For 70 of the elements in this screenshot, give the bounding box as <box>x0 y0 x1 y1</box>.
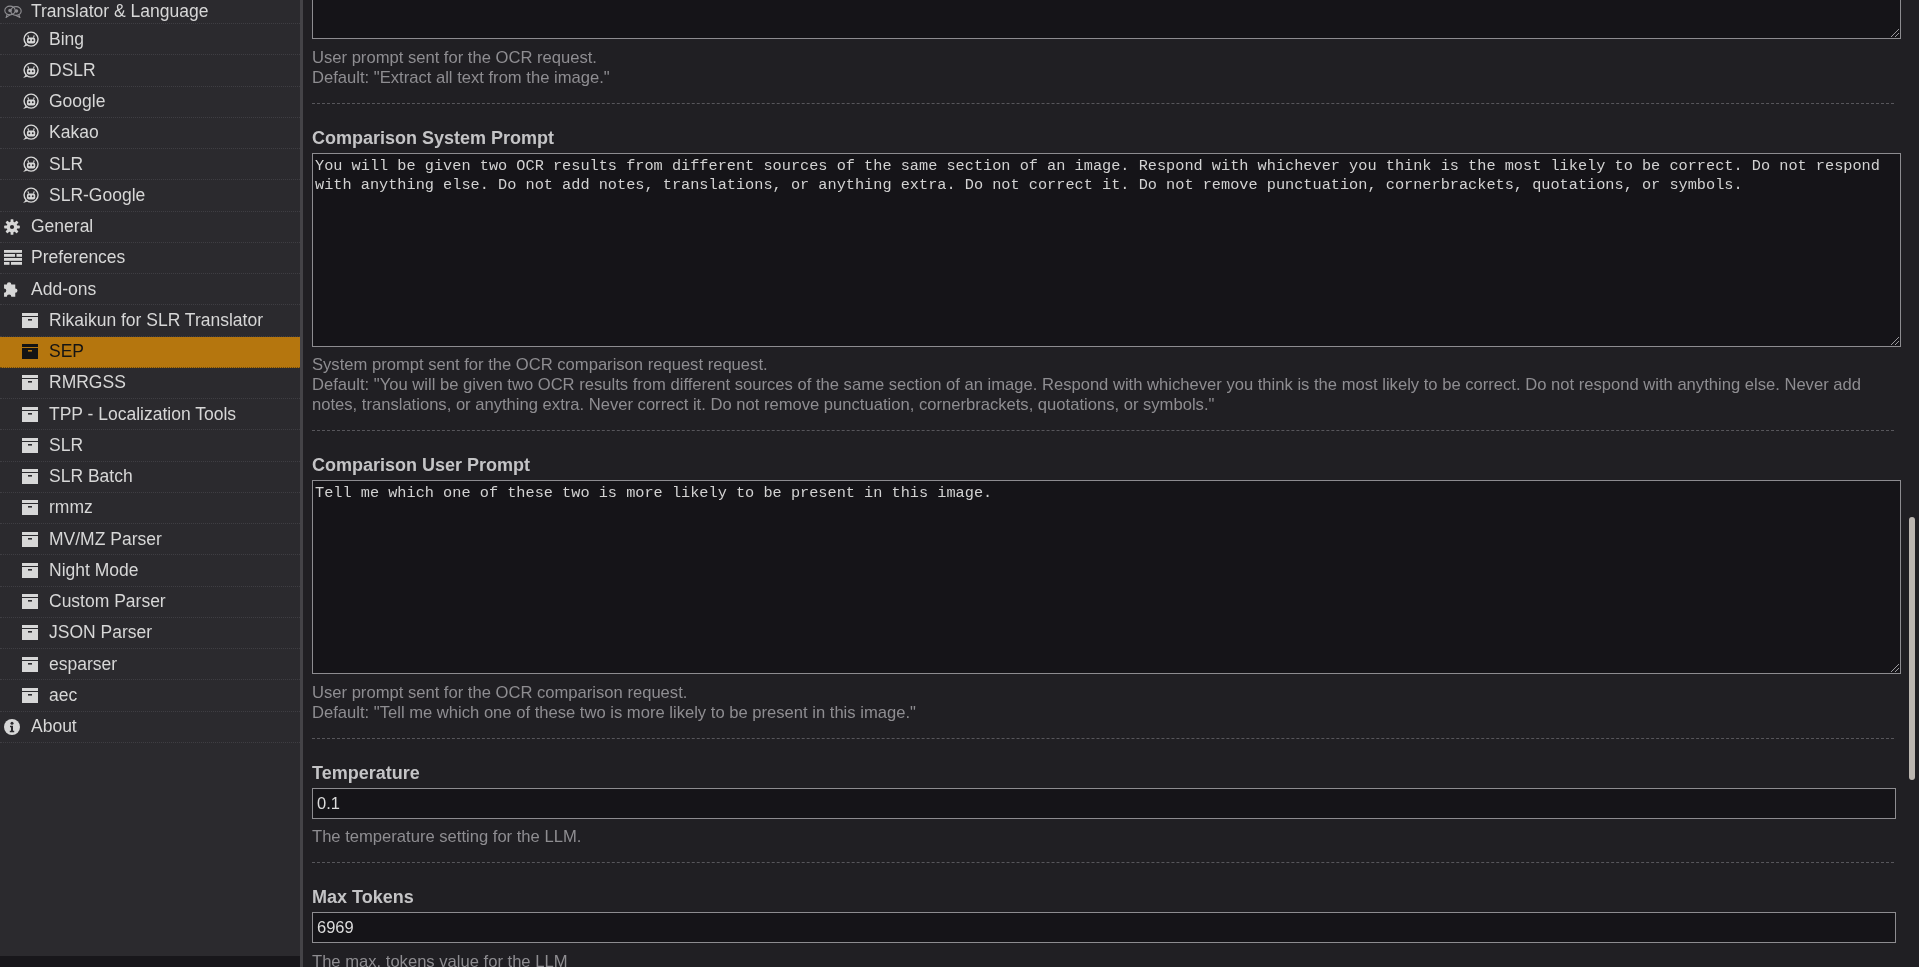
sidebar-item[interactable]: Rikaikun for SLR Translator <box>0 305 300 337</box>
setting-label: Comparison User Prompt <box>312 455 532 475</box>
sidebar-item[interactable]: aec <box>0 680 300 712</box>
box-icon <box>22 469 38 485</box>
puzzle-icon <box>4 281 18 297</box>
box-icon <box>22 656 38 672</box>
help-text: User prompt sent for the OCR comparison request. <box>312 682 689 703</box>
default-value-text: Default: "Extract all text from the image." <box>312 67 611 88</box>
sidebar-item[interactable]: Translator & Language <box>0 0 300 24</box>
default-value-text: Default: "You will be given two OCR results from different sources of the same section of an image. Respond with whichever you think is the most likely to be correct. Do not respond with anything else. Never add notes, translations, or anything extra. Never correct it. Do not remove punctuation, cornerbrackets, quotations, or symbols." <box>312 375 1862 415</box>
help-text: System prompt sent for the OCR comparison request request. <box>312 355 769 375</box>
sidebar-item[interactable]: SLR-Google <box>0 180 300 212</box>
setting-label: Max Tokens <box>312 887 415 907</box>
scrollbar-thumb[interactable] <box>1909 517 1915 780</box>
sidebar-item[interactable]: DSLR <box>0 55 300 87</box>
input-field[interactable]: 6969 <box>312 912 1896 943</box>
setting-label: Comparison System Prompt <box>312 127 556 148</box>
box-icon <box>22 312 38 328</box>
box-icon <box>22 625 38 641</box>
help-text: The max. tokens value for the LLM <box>312 951 569 967</box>
box-icon <box>22 531 38 547</box>
list-icon <box>4 250 22 266</box>
help-text: The temperature setting for the LLM. <box>312 827 583 847</box>
robot-icon <box>22 93 39 111</box>
sidebar-item[interactable]: Google <box>0 86 300 118</box>
robot-icon <box>22 124 39 142</box>
sidebar-item[interactable]: General <box>0 211 300 243</box>
sidebar-item[interactable]: Kakao <box>0 117 300 149</box>
textarea-field[interactable] <box>312 0 1901 39</box>
box-icon <box>22 437 38 453</box>
resize-grip-icon[interactable] <box>1890 335 1899 345</box>
input-field[interactable]: 0.1 <box>312 787 1896 819</box>
sidebar-item[interactable]: SLR <box>0 430 300 462</box>
sidebar-item[interactable]: RMRGSS <box>0 367 300 399</box>
help-text: User prompt sent for the OCR request. <box>312 47 598 68</box>
setting-label: Temperature <box>312 762 421 783</box>
sidebar-item[interactable]: MV/MZ Parser <box>0 524 300 556</box>
sidebar-item[interactable]: SLR Batch <box>0 461 300 493</box>
box-icon <box>22 344 38 360</box>
resize-grip-icon[interactable] <box>1890 663 1899 672</box>
robot-icon <box>22 30 39 48</box>
sidebar-item[interactable]: Custom Parser <box>0 586 300 618</box>
sidebar-item[interactable]: SEP <box>0 336 300 368</box>
box-icon <box>22 594 38 610</box>
textarea-field[interactable]: You will be given two OCR results from different sources of the same section of an image. Respond with whichever you think is the most likely to be correct. Do not respond with anything else. Do not add notes, translations, or anything extra. Do not correct it. Do not remove punctuation, cornerbrackets, quotations, or symbols. <box>312 152 1901 347</box>
speech-bubbles-icon <box>4 5 22 18</box>
robot-icon <box>22 155 39 173</box>
input-field[interactable] <box>0 956 300 967</box>
box-icon <box>22 562 38 578</box>
robot-icon <box>22 186 39 204</box>
default-value-text: Default: "Tell me which one of these two is more likely to be present in this image." <box>312 702 917 723</box>
box-icon <box>22 375 38 391</box>
sidebar-item[interactable]: Add-ons <box>0 274 300 306</box>
settings-icon <box>4 218 20 235</box>
sidebar-item[interactable]: JSON Parser <box>0 617 300 649</box>
box-icon <box>22 406 38 422</box>
sidebar-item[interactable]: TPP - Localization Tools <box>0 399 300 431</box>
sidebar-item[interactable]: esparser <box>0 649 300 681</box>
sidebar-item[interactable]: Night Mode <box>0 555 300 587</box>
resize-grip-icon[interactable] <box>1890 28 1899 37</box>
sidebar-item[interactable]: rmmz <box>0 492 300 524</box>
sidebar-item[interactable]: About <box>0 711 300 743</box>
sidebar-item[interactable]: Bing <box>0 24 300 56</box>
robot-icon <box>22 61 39 79</box>
box-icon <box>22 687 38 703</box>
sidebar-item[interactable]: SLR <box>0 149 300 181</box>
textarea-field[interactable]: Tell me which one of these two is more likely to be present in this image. <box>312 480 1901 674</box>
box-icon <box>22 500 38 516</box>
sidebar-item[interactable]: Preferences <box>0 242 300 274</box>
info-icon <box>4 718 20 735</box>
